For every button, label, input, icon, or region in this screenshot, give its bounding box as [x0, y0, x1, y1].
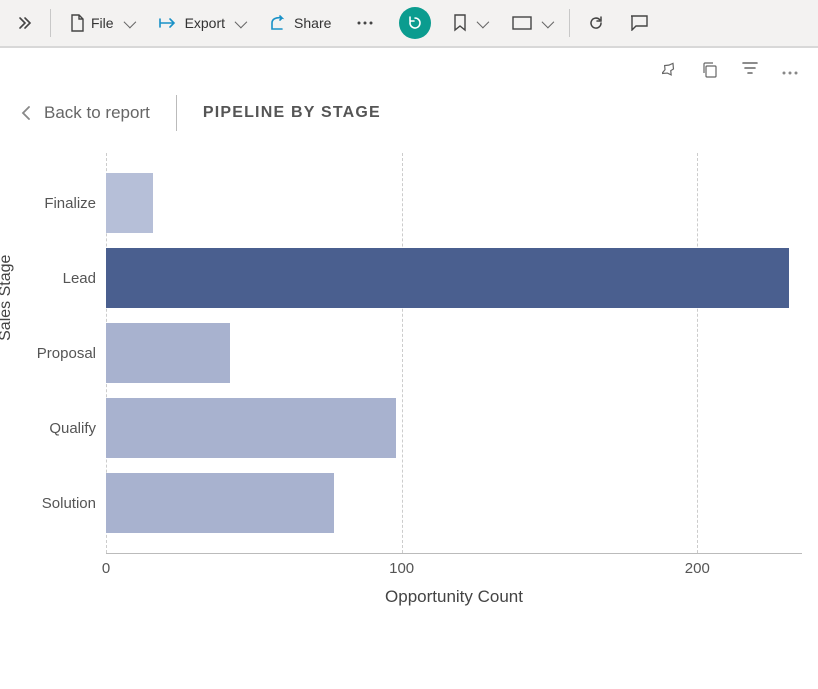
chart-container: Sales Stage Finalize Lead Proposal Qualify S… — [0, 147, 818, 603]
visual-actions — [0, 48, 818, 85]
menu-divider — [569, 9, 570, 37]
expand-ribbon-button[interactable] — [8, 10, 42, 36]
chevron-left-icon — [20, 106, 32, 120]
export-label: Export — [185, 15, 225, 31]
category-label: Solution — [34, 495, 106, 512]
share-label: Share — [294, 15, 331, 31]
export-icon — [159, 16, 179, 30]
share-button[interactable]: Share — [260, 9, 341, 37]
menu-divider — [50, 9, 51, 37]
back-to-report-button[interactable]: Back to report — [20, 103, 150, 123]
comments-button[interactable] — [620, 9, 658, 37]
filter-button[interactable] — [738, 58, 762, 85]
view-menu[interactable] — [502, 10, 561, 36]
bar-row: Qualify — [106, 395, 802, 461]
x-tick: 0 — [102, 560, 110, 577]
file-icon — [69, 14, 85, 32]
bar-row: Solution — [106, 470, 802, 536]
category-label: Proposal — [34, 345, 106, 362]
bar[interactable] — [106, 173, 153, 233]
copy-icon — [702, 62, 718, 78]
back-label: Back to report — [44, 103, 150, 123]
bookmark-icon — [453, 14, 467, 32]
reset-button[interactable] — [399, 7, 431, 39]
file-menu[interactable]: File — [59, 8, 143, 38]
x-axis: 0100200 — [106, 553, 802, 583]
bar-row: Proposal — [106, 320, 802, 386]
top-menubar: File Export Share — [0, 0, 818, 48]
y-axis-label: Sales Stage — [0, 255, 15, 341]
bar[interactable] — [106, 473, 334, 533]
category-label: Lead — [34, 270, 106, 287]
refresh-icon — [588, 15, 604, 31]
category-label: Finalize — [34, 195, 106, 212]
x-axis-label: Opportunity Count — [106, 587, 802, 607]
copy-button[interactable] — [698, 58, 722, 85]
ellipsis-icon — [782, 71, 798, 75]
share-icon — [270, 15, 288, 31]
pin-icon — [662, 62, 678, 78]
refresh-button[interactable] — [578, 9, 614, 37]
pin-button[interactable] — [658, 58, 682, 85]
comment-icon — [630, 15, 648, 31]
plot-area: FinalizeLeadProposalQualifySolution 0100… — [106, 153, 802, 583]
ellipsis-icon — [357, 21, 373, 25]
x-tick: 200 — [685, 560, 710, 577]
chevron-double-right-icon — [18, 16, 32, 30]
more-menu[interactable] — [347, 15, 383, 31]
file-label: File — [91, 15, 114, 31]
chart-header: Back to report PIPELINE BY STAGE — [0, 85, 818, 147]
bar-row: Finalize — [106, 170, 802, 236]
reset-icon — [407, 15, 423, 31]
export-menu[interactable]: Export — [149, 9, 254, 37]
bookmark-menu[interactable] — [443, 8, 496, 38]
header-divider — [176, 95, 177, 131]
view-icon — [512, 16, 532, 30]
x-tick: 100 — [389, 560, 414, 577]
bars-group: Finalize Lead Proposal Qualify Solution — [106, 153, 802, 553]
chart-title: PIPELINE BY STAGE — [203, 104, 381, 122]
filter-icon — [742, 62, 758, 76]
bar[interactable] — [106, 323, 230, 383]
category-label: Qualify — [34, 420, 106, 437]
more-options-button[interactable] — [778, 58, 802, 85]
bar[interactable] — [106, 248, 789, 308]
bar[interactable] — [106, 398, 396, 458]
bar-row: Lead — [106, 245, 802, 311]
